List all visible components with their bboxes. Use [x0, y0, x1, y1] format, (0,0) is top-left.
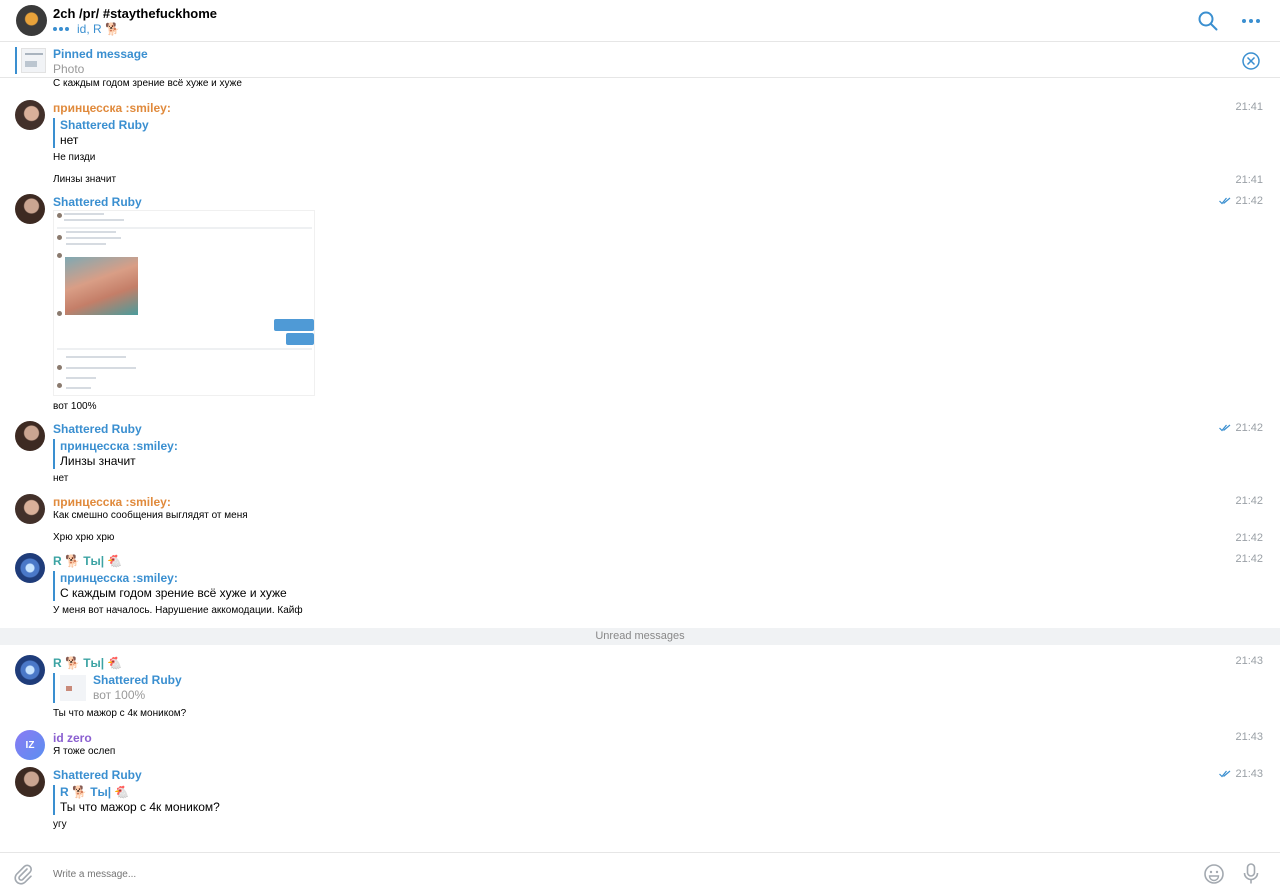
photo-image [65, 257, 138, 315]
avatar[interactable] [15, 553, 45, 583]
chat-title[interactable]: 2ch /pr/ #staythefuckhome [53, 6, 217, 21]
reply-sender: R 🐕 Ты| 🐔 [60, 785, 130, 799]
pinned-message-bar[interactable]: Pinned message Photo [0, 41, 1280, 78]
message-list[interactable]: С каждым годом зрение всё хуже и хуже пр… [0, 78, 1280, 851]
sender-name[interactable]: Shattered Ruby [53, 768, 142, 782]
message-text: Не пизди [53, 152, 96, 163]
pinned-thumbnail [21, 48, 46, 73]
reply-text: Линзы значит [60, 454, 136, 468]
close-circle-icon[interactable] [1241, 51, 1261, 71]
message-composer [0, 852, 1280, 894]
avatar[interactable]: IZ [15, 730, 45, 760]
sender-name[interactable]: R 🐕 Ты| 🐔 [53, 554, 122, 568]
reply-sender: принцесска :smiley: [60, 439, 178, 453]
sender-name[interactable]: принцесска :smiley: [53, 101, 171, 115]
double-check-icon [1219, 770, 1231, 778]
message-time: 21:42 [1219, 195, 1263, 207]
message-text: вот 100% [53, 401, 97, 412]
chat-avatar[interactable] [16, 5, 47, 36]
time-label: 21:43 [1235, 768, 1263, 780]
message-text: С каждым годом зрение всё хуже и хуже [53, 78, 242, 89]
reply-text: нет [60, 133, 79, 147]
message-text: Линзы значит [53, 174, 117, 185]
avatar[interactable] [15, 100, 45, 130]
chat-header: 2ch /pr/ #staythefuckhome id, R 🐕 [0, 0, 1280, 41]
chat-subtitle: id, R 🐕 [53, 22, 120, 36]
message-time: 21:42 [1219, 422, 1263, 434]
message-time: 21:41 [1235, 174, 1263, 186]
sender-name[interactable]: принцесска :smiley: [53, 495, 171, 509]
pinned-subtitle: Photo [53, 62, 85, 76]
message-text: Хрю хрю хрю [53, 532, 115, 543]
reply-text: вот 100% [93, 688, 146, 702]
double-check-icon [1219, 197, 1231, 205]
message-input[interactable] [53, 866, 1153, 882]
avatar[interactable] [15, 421, 45, 451]
reply-quote[interactable]: принцесска :smiley: Линзы значит [53, 439, 178, 469]
reply-quote[interactable]: Shattered Ruby вот 100% [53, 673, 182, 703]
pinned-title: Pinned message [53, 47, 148, 61]
message-text: нет [53, 473, 69, 484]
sender-name[interactable]: R 🐕 Ты| 🐔 [53, 656, 122, 670]
reply-quote[interactable]: R 🐕 Ты| 🐔 Ты что мажор с 4к моником? [53, 785, 220, 815]
emoji-icon[interactable] [1203, 863, 1225, 885]
avatar[interactable] [15, 655, 45, 685]
sender-name[interactable]: id zero [53, 731, 92, 745]
message-text: Ты что мажор с 4к моником? [53, 708, 187, 719]
reply-quote[interactable]: принцесска :smiley: С каждым годом зрени… [53, 571, 287, 601]
unread-divider: Unread messages [0, 628, 1280, 645]
reply-sender: принцесска :smiley: [60, 571, 178, 585]
reply-thumbnail [60, 675, 86, 701]
avatar[interactable] [15, 767, 45, 797]
avatar[interactable] [15, 494, 45, 524]
reply-text: С каждым годом зрение всё хуже и хуже [60, 586, 287, 600]
more-icon[interactable] [1240, 10, 1262, 32]
mic-icon[interactable] [1241, 862, 1261, 886]
attach-icon[interactable] [13, 863, 33, 885]
double-check-icon [1219, 424, 1231, 432]
message-text: У меня вот началось. Нарушение аккомодац… [53, 605, 303, 616]
message-time: 21:42 [1235, 553, 1263, 565]
message-time: 21:43 [1235, 655, 1263, 667]
message-text: угу [53, 819, 67, 830]
reply-sender: Shattered Ruby [93, 673, 182, 687]
time-label: 21:42 [1235, 422, 1263, 434]
photo-attachment[interactable] [53, 210, 315, 396]
message-time: 21:42 [1235, 495, 1263, 507]
time-label: 21:42 [1235, 195, 1263, 207]
typing-icon [53, 27, 69, 31]
reply-quote[interactable]: Shattered Ruby нет [53, 118, 149, 148]
message-text: Как смешно сообщения выглядят от меня [53, 510, 248, 521]
avatar[interactable] [15, 194, 45, 224]
message-time: 21:41 [1235, 101, 1263, 113]
message-time: 21:42 [1235, 532, 1263, 544]
sender-name[interactable]: Shattered Ruby [53, 422, 142, 436]
reply-text: Ты что мажор с 4к моником? [60, 800, 220, 814]
message-time: 21:43 [1219, 768, 1263, 780]
chat-members-typing: id, R 🐕 [77, 22, 120, 36]
message-text: Я тоже ослеп [53, 746, 116, 757]
pinned-accent-bar [15, 47, 17, 74]
sender-name[interactable]: Shattered Ruby [53, 195, 142, 209]
reply-sender: Shattered Ruby [60, 118, 149, 132]
search-icon[interactable] [1197, 10, 1219, 32]
message-time: 21:43 [1235, 731, 1263, 743]
